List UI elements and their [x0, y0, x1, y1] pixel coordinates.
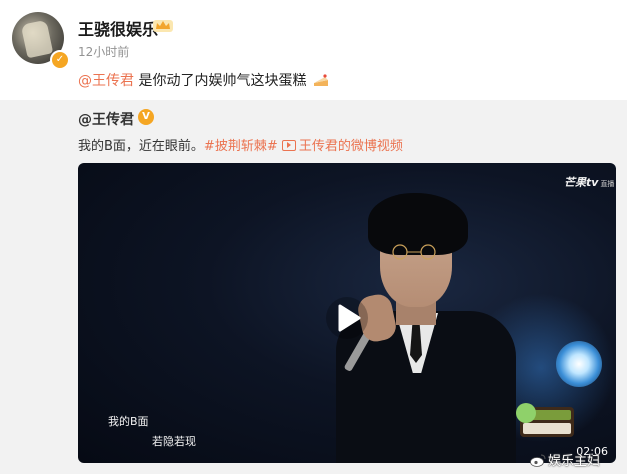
post-text: @王传君 是你动了内娱帅气这块蛋糕: [78, 70, 329, 90]
crown-icon: [153, 20, 173, 32]
verified-badge-icon: ✓: [50, 50, 70, 70]
post-header: ✓ 王骁很娱乐 12小时前 @王传君 是你动了内娱帅气这块蛋糕: [0, 0, 627, 100]
post-body: 是你动了内娱帅气这块蛋糕: [134, 73, 307, 89]
username[interactable]: 王骁很娱乐: [78, 16, 158, 40]
avatar-figure: [20, 19, 54, 59]
repost-body: 我的B面，近在眼前。: [78, 139, 204, 154]
repost-card[interactable]: @王传君 V 我的B面，近在眼前。#披荆斩棘# 王传君的微博视频 芒果tv 直播 …: [0, 100, 627, 474]
video-link-icon: [281, 140, 296, 151]
subtitle-line-1: 我的B面: [108, 415, 149, 428]
video-link-label: 王传君的微博视频: [298, 139, 403, 154]
post-time: 12小时前: [78, 45, 130, 59]
channel-logo: 芒果tv 直播: [564, 174, 614, 190]
repost-author[interactable]: @王传君: [78, 109, 134, 129]
glasses-icon: [392, 244, 436, 260]
weibo-logo-icon: [530, 454, 546, 467]
watermark: 娱乐主妇: [530, 450, 600, 469]
cake-icon: [313, 74, 328, 86]
subtitle-line-2: 若隐若现: [152, 435, 196, 448]
video-link[interactable]: 王传君的微博视频: [281, 139, 403, 154]
mascot-icon: [516, 403, 536, 423]
play-icon[interactable]: [325, 296, 369, 340]
verified-badge-icon: V: [138, 109, 154, 125]
channel-logo-sub: 直播: [600, 180, 615, 188]
watermark-text: 娱乐主妇: [548, 454, 601, 469]
mention-link[interactable]: @王传君: [78, 73, 134, 89]
video-player[interactable]: 芒果tv 直播 我的B面 若隐若现 02:06: [78, 163, 616, 463]
channel-logo-text: 芒果tv: [564, 176, 599, 189]
stage-light: [556, 341, 602, 387]
badge-bottom-strip: [523, 423, 571, 434]
repost-text: 我的B面，近在眼前。#披荆斩棘# 王传君的微博视频: [78, 135, 403, 154]
hashtag-link[interactable]: #披荆斩棘#: [204, 139, 278, 154]
